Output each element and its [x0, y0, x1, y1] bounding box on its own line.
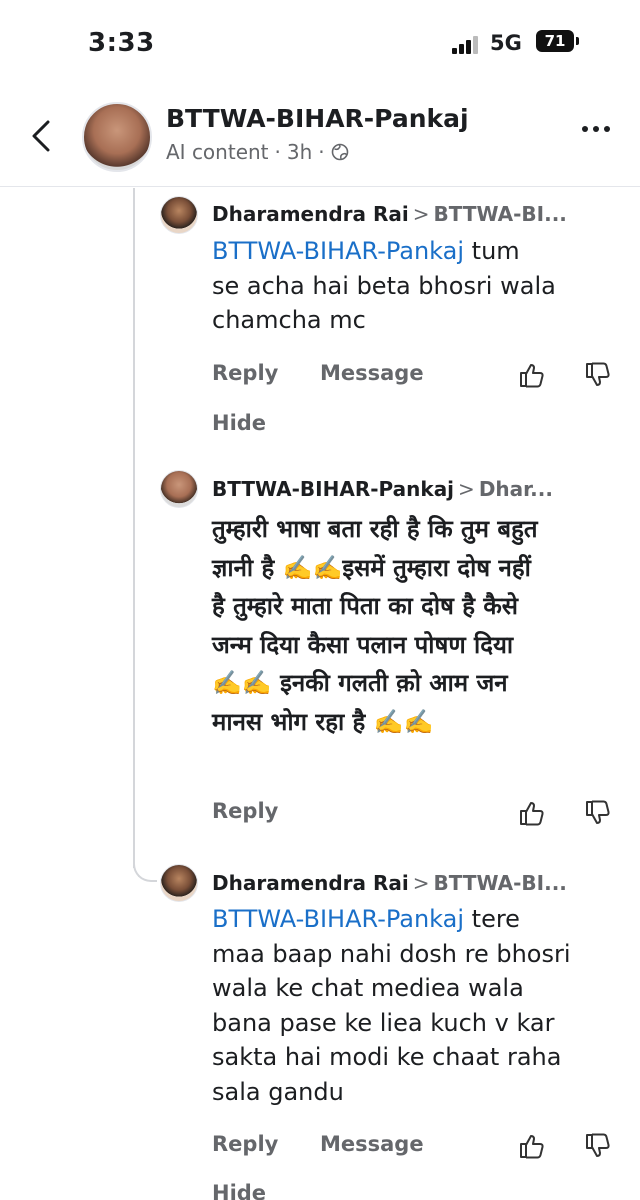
- network-type: 5G: [490, 31, 522, 55]
- more-options-button[interactable]: [582, 126, 610, 132]
- thumbs-up-icon[interactable]: [518, 361, 546, 389]
- post-header: BTTWA-BIHAR-Pankaj AI content · 3h ·: [0, 88, 640, 188]
- thread-connector: [133, 846, 157, 882]
- mention-link[interactable]: BTTWA-BIHAR-Pankaj: [212, 237, 464, 265]
- commenter-avatar[interactable]: [160, 196, 198, 234]
- reply-target[interactable]: BTTWA-BI...: [434, 202, 567, 226]
- comment-actions: Reply Message: [212, 1132, 632, 1162]
- comment-header: BTTWA-BIHAR-Pankaj > Dhar...: [212, 477, 627, 501]
- battery-cap: [576, 37, 579, 45]
- mention-link[interactable]: BTTWA-BIHAR-Pankaj: [212, 905, 464, 933]
- reply-target[interactable]: Dhar...: [479, 477, 553, 501]
- meta-separator: ·: [318, 140, 325, 164]
- comment-text: BTTWA-BIHAR-Pankaj tum se acha hai beta …: [212, 237, 556, 334]
- thumbs-down-icon[interactable]: [584, 799, 612, 827]
- commenter-name[interactable]: Dharamendra Rai: [212, 202, 409, 226]
- reply-arrow: >: [412, 202, 430, 226]
- comment-header: Dharamendra Rai > BTTWA-BI...: [212, 202, 627, 226]
- message-button[interactable]: Message: [320, 361, 424, 385]
- reply-arrow: >: [458, 477, 475, 501]
- comment-actions: Reply: [212, 799, 632, 829]
- author-name[interactable]: BTTWA-BIHAR-Pankaj: [166, 104, 469, 133]
- status-bar: 3:33 5G 71: [0, 0, 640, 88]
- ai-content-label[interactable]: AI content: [166, 140, 269, 164]
- comment-text: BTTWA-BIHAR-Pankaj tere maa baap nahi do…: [212, 905, 571, 1106]
- post-age: 3h: [286, 140, 313, 164]
- comment-actions: Reply Message: [212, 361, 632, 391]
- comment-header: Dharamendra Rai > BTTWA-BI...: [212, 871, 627, 895]
- thread-line: [133, 188, 135, 868]
- author-avatar[interactable]: [82, 102, 152, 172]
- commenter-name[interactable]: Dharamendra Rai: [212, 871, 409, 895]
- header-divider: [0, 186, 640, 187]
- meta-separator: ·: [274, 140, 281, 164]
- thumbs-down-icon[interactable]: [584, 1132, 612, 1160]
- signal-icon: [452, 36, 480, 54]
- battery-icon: 71: [536, 30, 574, 52]
- commenter-avatar[interactable]: [160, 470, 198, 508]
- message-button[interactable]: Message: [320, 1132, 424, 1156]
- hide-button[interactable]: Hide: [212, 411, 266, 435]
- commenter-name[interactable]: BTTWA-BIHAR-Pankaj: [212, 477, 454, 501]
- globe-icon: [331, 143, 348, 161]
- reply-button[interactable]: Reply: [212, 1132, 278, 1156]
- status-time: 3:33: [88, 28, 155, 58]
- chevron-left-icon: [32, 120, 50, 152]
- post-meta: AI content · 3h ·: [166, 140, 349, 164]
- reply-arrow: >: [412, 871, 430, 895]
- thumbs-up-icon[interactable]: [518, 1132, 546, 1160]
- hide-button[interactable]: Hide: [212, 1181, 266, 1200]
- comment-text: तुम्हारी भाषा बता रही है कि तुम बहुत ज्ञ…: [212, 515, 538, 736]
- thumbs-up-icon[interactable]: [518, 799, 546, 827]
- reply-button[interactable]: Reply: [212, 799, 278, 823]
- reply-button[interactable]: Reply: [212, 361, 278, 385]
- reply-target[interactable]: BTTWA-BI...: [434, 871, 567, 895]
- commenter-avatar[interactable]: [160, 864, 198, 902]
- more-horizontal-icon: [582, 126, 588, 132]
- back-button[interactable]: [24, 114, 60, 158]
- thumbs-down-icon[interactable]: [584, 361, 612, 389]
